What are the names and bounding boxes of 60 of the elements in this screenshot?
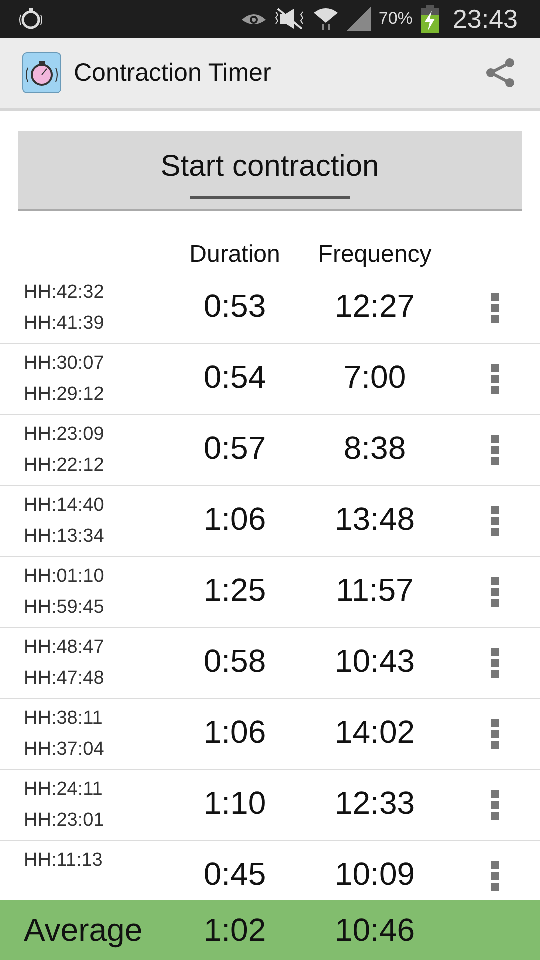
battery-charging-icon [420, 5, 439, 33]
overflow-menu-icon[interactable] [491, 506, 499, 536]
timestamp: HH:41:39 [24, 313, 106, 335]
timestamp: HH:22:12 [24, 455, 106, 477]
timestamp: HH:23:01 [24, 810, 106, 832]
app-logo-icon[interactable] [22, 52, 62, 94]
timestamp: HH:59:45 [24, 597, 106, 619]
average-duration: 1:02 [204, 912, 266, 948]
start-contraction-button[interactable]: Start contraction [18, 131, 522, 211]
timestamp: HH:13:34 [24, 526, 106, 548]
duration-value: 0:53 [204, 289, 266, 323]
signal-icon [346, 7, 371, 31]
clock-time: 23:43 [452, 4, 518, 34]
duration-value: 0:58 [204, 644, 266, 678]
duration-value: 0:54 [204, 360, 266, 394]
timestamp: HH:38:11 [24, 708, 104, 730]
overflow-menu-icon[interactable] [491, 577, 499, 607]
timestamp: HH:30:07 [24, 353, 106, 375]
overflow-menu-icon[interactable] [491, 293, 499, 323]
overflow-menu-icon[interactable] [491, 648, 499, 678]
stopwatch-icon [18, 7, 44, 31]
frequency-value: 11:57 [336, 573, 414, 607]
column-header: Frequency [318, 241, 432, 269]
duration-value: 1:25 [204, 573, 266, 607]
duration-value: 0:57 [204, 431, 266, 465]
frequency-value: 14:02 [334, 715, 416, 749]
frequency-value: 12:33 [334, 786, 416, 820]
frequency-value: 10:09 [334, 857, 416, 891]
timestamp: HH:37:04 [24, 739, 106, 761]
wifi-icon [312, 7, 339, 31]
duration-value: 0:45 [204, 857, 266, 891]
average-frequency: 10:46 [334, 912, 416, 948]
duration-value: 1:06 [204, 715, 266, 749]
overflow-menu-icon[interactable] [491, 435, 499, 465]
timestamp: HH:23:09 [24, 424, 106, 446]
frequency-value: 13:48 [334, 502, 416, 536]
timestamp: HH:47:48 [24, 668, 106, 690]
average-label: Average [23, 912, 144, 948]
frequency-value: 7:00 [344, 360, 406, 394]
app-title: Contraction Timer [74, 58, 272, 88]
column-header: Duration [190, 241, 280, 269]
overflow-menu-icon[interactable] [491, 861, 499, 891]
duration-value: 1:06 [204, 502, 266, 536]
mute-vibrate-icon [274, 8, 305, 30]
timestamp: HH:11:13 [24, 850, 104, 872]
frequency-value: 12:27 [334, 289, 416, 323]
overflow-menu-icon[interactable] [491, 364, 499, 394]
frequency-value: 8:38 [344, 431, 406, 465]
timestamp: HH:48:47 [24, 637, 106, 659]
timestamp: HH:29:12 [24, 384, 106, 406]
overflow-menu-icon[interactable] [491, 719, 499, 749]
timestamp: HH:24:11 [24, 779, 104, 801]
timestamp: HH:14:40 [24, 495, 106, 517]
share-icon[interactable] [486, 58, 516, 88]
timestamp: HH:42:32 [24, 282, 106, 304]
battery-percent: 70% [378, 9, 413, 29]
frequency-value: 10:43 [334, 644, 416, 678]
duration-value: 1:10 [204, 786, 266, 820]
overflow-menu-icon[interactable] [491, 790, 499, 820]
timestamp: HH:01:10 [24, 566, 106, 588]
